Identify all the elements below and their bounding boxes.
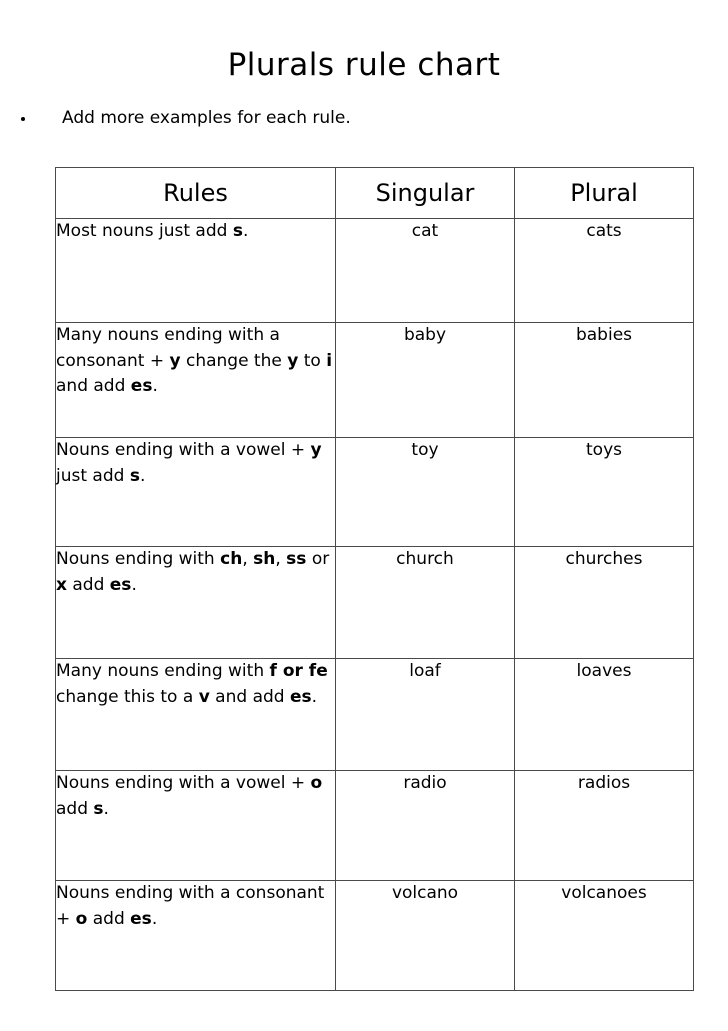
rule-emphasis: es: [289, 686, 312, 707]
singular-cell: loaf: [335, 658, 515, 771]
rule-emphasis: i: [326, 350, 333, 371]
table-row: Nouns ending with a consonant + o add es…: [55, 880, 694, 991]
rule-text: .: [242, 221, 249, 241]
table-row: Many nouns ending with a consonant + y c…: [55, 322, 694, 438]
column-header-plural: Plural: [514, 167, 694, 219]
bullet-dot-icon: [21, 117, 25, 121]
rule-emphasis: y: [169, 350, 181, 371]
plural-cell: radios: [514, 770, 694, 881]
rule-text: .: [139, 465, 146, 486]
rule-cell: Many nouns ending with f or fe change th…: [55, 658, 336, 771]
singular-cell: cat: [335, 218, 515, 323]
rule-text: Most nouns just add: [56, 221, 233, 241]
rule-cell: Nouns ending with a vowel + y just add s…: [55, 437, 336, 547]
rule-text: and add: [56, 376, 131, 396]
worksheet-page: Plurals rule chart Add more examples for…: [0, 0, 728, 1031]
rule-emphasis: o: [75, 908, 88, 929]
table-header-row: Rules Singular Plural: [55, 167, 694, 219]
rule-emphasis: es: [109, 574, 132, 595]
rule-emphasis: es: [130, 908, 152, 929]
rule-text: add: [56, 798, 94, 819]
singular-cell: volcano: [335, 880, 515, 991]
table-row: Nouns ending with a vowel + y just add s…: [55, 437, 694, 547]
rule-emphasis: o: [310, 773, 323, 793]
rule-text: or: [306, 549, 330, 569]
rule-emphasis: s: [129, 465, 140, 486]
rule-cell: Nouns ending with a consonant + o add es…: [55, 880, 336, 991]
rule-text: add: [66, 574, 110, 595]
plural-cell: cats: [514, 218, 694, 323]
rule-text: .: [152, 376, 158, 396]
rule-emphasis: s: [93, 798, 104, 819]
rule-cell: Nouns ending with ch, sh, ss or x add es…: [55, 546, 336, 659]
table-header: Rules Singular Plural: [55, 167, 694, 219]
rule-text: add: [87, 908, 131, 929]
rule-text: .: [151, 908, 158, 929]
table-row: Nouns ending with a vowel + o add s. radi…: [55, 770, 694, 881]
column-header-rules: Rules: [55, 167, 336, 219]
rule-text: to: [298, 350, 327, 371]
rule-text: .: [311, 686, 318, 707]
rule-emphasis: v: [198, 686, 210, 707]
rule-text: .: [103, 798, 109, 819]
table-row: Nouns ending with ch, sh, ss or x add es…: [55, 546, 694, 659]
rule-text: ,: [242, 549, 254, 569]
plural-cell: volcanoes: [514, 880, 694, 991]
page-title: Plurals rule chart: [227, 46, 501, 83]
rule-emphasis: sh: [253, 549, 276, 569]
rule-text: Nouns ending with: [56, 549, 221, 569]
rule-text: Nouns ending with a vowel +: [56, 773, 311, 793]
table-row: Most nouns just add s. cat cats: [55, 218, 694, 323]
rule-emphasis: f or fe: [269, 661, 328, 681]
singular-cell: church: [335, 546, 515, 659]
rule-text: Many nouns ending with: [56, 661, 270, 681]
rule-emphasis: es: [130, 376, 153, 396]
rule-text: change this to a: [56, 686, 199, 707]
plural-cell: loaves: [514, 658, 694, 771]
rule-text: and add: [209, 686, 290, 707]
table-row: Many nouns ending with f or fe change th…: [55, 658, 694, 771]
rule-cell: Nouns ending with a vowel + o add s.: [55, 770, 336, 881]
rule-emphasis: y: [287, 350, 299, 371]
rule-cell: Most nouns just add s.: [55, 218, 336, 323]
rule-text: .: [131, 574, 137, 595]
rule-emphasis: x: [56, 574, 67, 595]
plurals-rule-table: Rules Singular Plural Most nouns just ad…: [55, 167, 694, 991]
rule-cell: Many nouns ending with a consonant + y c…: [55, 322, 336, 438]
rule-text: Nouns ending with a vowel +: [56, 440, 311, 460]
instruction-text: Add more examples for each rule.: [62, 108, 351, 128]
singular-cell: radio: [335, 770, 515, 881]
plural-cell: babies: [514, 322, 694, 438]
rule-emphasis: ss: [286, 549, 307, 569]
rule-text: change the: [180, 350, 288, 371]
rule-text: just add: [56, 465, 130, 486]
rule-text: ,: [275, 549, 287, 569]
table-body: Most nouns just add s. cat cats Many nouns …: [55, 218, 694, 991]
plural-cell: toys: [514, 437, 694, 547]
column-header-singular: Singular: [335, 167, 515, 219]
rule-emphasis: s: [232, 221, 243, 241]
instruction-bullet-item: Add more examples for each rule.: [18, 104, 618, 134]
singular-cell: toy: [335, 437, 515, 547]
singular-cell: baby: [335, 322, 515, 438]
rule-emphasis: y: [310, 440, 322, 460]
plural-cell: churches: [514, 546, 694, 659]
rule-emphasis: ch: [220, 549, 243, 569]
